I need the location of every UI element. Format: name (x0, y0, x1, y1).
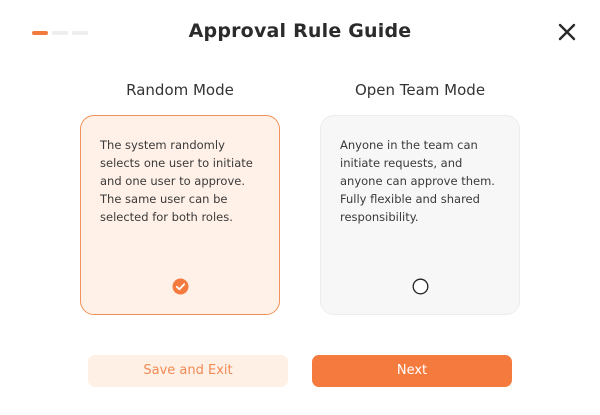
dialog-title: Approval Rule Guide (188, 20, 412, 42)
close-icon (558, 23, 576, 41)
radio-unchecked-icon[interactable] (412, 278, 429, 295)
random-mode-card[interactable]: The system randomly selects one user to … (80, 115, 280, 315)
approval-rule-dialog: Approval Rule Guide Random Mode The syst… (0, 0, 600, 415)
radio-checked-icon[interactable] (172, 278, 189, 295)
open-team-mode-description: Anyone in the team can initiate requests… (340, 138, 495, 224)
close-button[interactable] (556, 21, 578, 43)
random-mode-label: Random Mode (126, 81, 234, 99)
save-and-exit-button[interactable]: Save and Exit (88, 355, 288, 387)
next-button[interactable]: Next (312, 355, 512, 387)
open-team-mode-label: Open Team Mode (354, 81, 486, 99)
open-team-mode-card[interactable]: Anyone in the team can initiate requests… (320, 115, 520, 315)
random-mode-description: The system randomly selects one user to … (100, 138, 253, 224)
